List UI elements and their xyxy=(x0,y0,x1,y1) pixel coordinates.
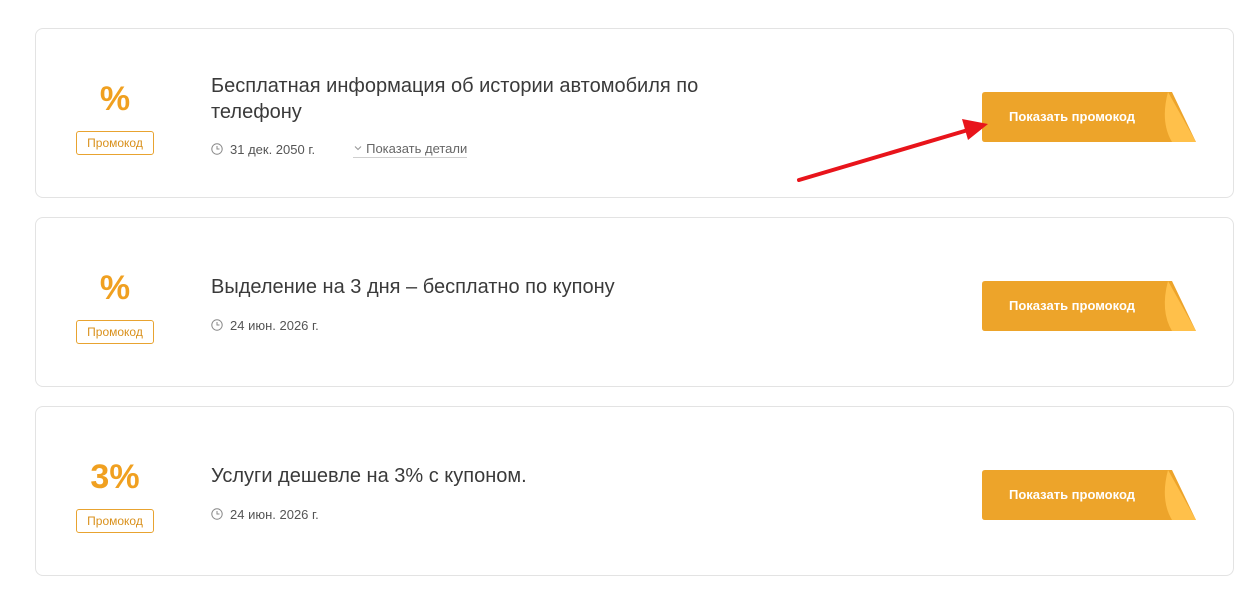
coupon-list-page: % Промокод Бесплатная информация об исто… xyxy=(0,0,1239,591)
coupon-meta: 31 дек. 2050 г. Показать детали xyxy=(211,139,468,159)
clock-icon xyxy=(211,319,223,331)
show-promocode-label: Показать промокод xyxy=(1009,109,1135,124)
coupon-meta: 24 июн. 2026 г. xyxy=(211,315,319,335)
clock-icon xyxy=(211,508,223,520)
show-details-label: Показать детали xyxy=(366,140,468,156)
discount-value: % xyxy=(99,80,131,118)
show-promocode-label: Показать промокод xyxy=(1009,298,1135,313)
expiry-date: 24 июн. 2026 г. xyxy=(230,317,319,333)
clock-icon xyxy=(211,143,223,155)
expiry-date: 31 дек. 2050 г. xyxy=(230,141,316,157)
discount-value: % xyxy=(99,269,131,307)
show-promocode-button[interactable]: Показать промокод xyxy=(982,281,1196,331)
coupon-card: 3% Промокод Услуги дешевле на 3% с купон… xyxy=(35,406,1234,576)
coupon-title[interactable]: Бесплатная информация об истории автомоб… xyxy=(211,73,771,125)
chevron-down-icon xyxy=(354,146,362,151)
promo-badge: Промокод xyxy=(76,131,154,155)
promo-badge: Промокод xyxy=(76,509,154,533)
coupon-card: % Промокод Выделение на 3 дня – бесплатн… xyxy=(35,217,1234,387)
coupon-title[interactable]: Выделение на 3 дня – бесплатно по купону xyxy=(211,274,771,300)
discount-value: 3% xyxy=(90,458,140,496)
show-promocode-button[interactable]: Показать промокод xyxy=(982,92,1196,142)
promo-badge: Промокод xyxy=(76,320,154,344)
show-promocode-button[interactable]: Показать промокод xyxy=(982,470,1196,520)
coupon-meta: 24 июн. 2026 г. xyxy=(211,504,319,524)
expiry-date: 24 июн. 2026 г. xyxy=(230,506,319,522)
show-promocode-label: Показать промокод xyxy=(1009,487,1135,502)
show-details-link[interactable]: Показать детали xyxy=(353,140,468,158)
coupon-card: % Промокод Бесплатная информация об исто… xyxy=(35,28,1234,198)
coupon-title[interactable]: Услуги дешевле на 3% с купоном. xyxy=(211,463,771,489)
